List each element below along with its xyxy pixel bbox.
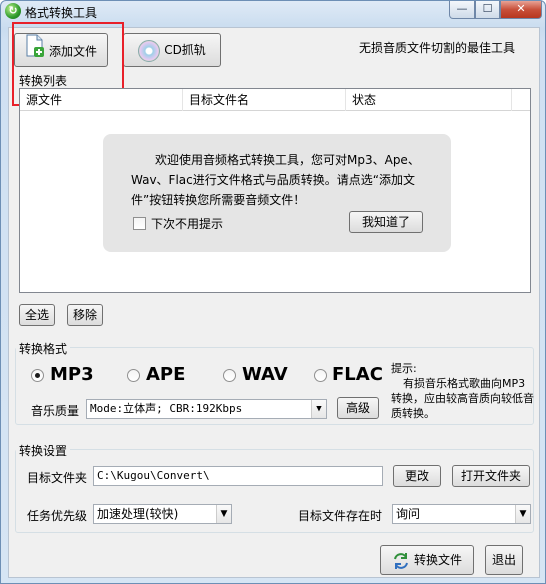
settings-section-title: 转换设置: [16, 442, 71, 459]
maximize-button[interactable]: ☐: [475, 1, 500, 19]
add-file-button[interactable]: 添加文件: [14, 33, 108, 67]
exists-select[interactable]: 询问 ▼: [392, 504, 531, 524]
app-logo-icon: ↻: [5, 3, 21, 19]
exists-value: 询问: [396, 507, 421, 521]
format-section-title: 转换格式: [16, 340, 71, 357]
format-radio-mp3[interactable]: [31, 369, 44, 382]
column-status[interactable]: 状态: [346, 89, 512, 111]
quality-value: Mode:立体声; CBR:192Kbps: [90, 402, 243, 415]
chevron-down-icon: ▼: [216, 505, 231, 523]
convert-label: 转换文件: [413, 553, 462, 567]
add-file-label: 添加文件: [48, 44, 97, 59]
remove-button[interactable]: 移除: [67, 304, 103, 326]
format-label-ape: APE: [146, 364, 186, 385]
convert-icon: [392, 552, 410, 570]
cd-rip-button[interactable]: CD抓轨: [123, 33, 221, 67]
target-folder-label: 目标文件夹: [27, 471, 88, 485]
column-target-name[interactable]: 目标文件名: [183, 89, 346, 111]
quality-label: 音乐质量: [31, 404, 80, 418]
format-label-wav: WAV: [242, 364, 288, 385]
select-all-button[interactable]: 全选: [19, 304, 55, 326]
exists-label: 目标文件存在时: [298, 509, 383, 523]
welcome-tip-panel: 欢迎使用音频格式转换工具，您可对Mp3、Ape、Wav、Flac进行文件格式与品…: [103, 134, 451, 252]
open-folder-button[interactable]: 打开文件夹: [452, 465, 530, 487]
client-area: 添加文件 CD抓轨 无损音质文件切割的最佳工具 转换列表 源文件 目标文件名 状…: [8, 22, 540, 578]
priority-select[interactable]: 加速处理(较快) ▼: [93, 504, 232, 524]
format-radio-ape[interactable]: [127, 369, 140, 382]
app-window: ↻ 格式转换工具 — ☐ ✕ 添加文件 CD抓轨 无损音质文件切割的最佳工具 转…: [0, 0, 546, 584]
list-section-title: 转换列表: [19, 74, 68, 88]
priority-label: 任务优先级: [27, 509, 88, 523]
chevron-down-icon: ▼: [311, 400, 326, 418]
quality-select[interactable]: Mode:立体声; CBR:192Kbps ▼: [86, 399, 327, 419]
dont-show-checkbox[interactable]: [133, 217, 146, 230]
cd-disc-icon: [138, 39, 161, 62]
title-bar[interactable]: ↻ 格式转换工具 — ☐ ✕: [1, 1, 545, 21]
window-title: 格式转换工具: [25, 6, 98, 20]
convert-button[interactable]: 转换文件: [380, 545, 474, 575]
change-folder-button[interactable]: 更改: [393, 465, 441, 487]
list-header: 源文件 目标文件名 状态: [20, 89, 530, 111]
priority-value: 加速处理(较快): [97, 507, 179, 521]
close-button[interactable]: ✕: [500, 1, 542, 19]
hint-title: 提示:: [391, 362, 417, 375]
add-file-icon: [25, 34, 45, 70]
file-list[interactable]: 源文件 目标文件名 状态 欢迎使用音频格式转换工具，您可对Mp3、Ape、Wav…: [19, 88, 531, 293]
target-folder-input[interactable]: C:\Kugou\Convert\: [93, 466, 383, 486]
chevron-down-icon: ▼: [515, 505, 530, 523]
format-label-flac: FLAC: [332, 364, 383, 385]
format-label-mp3: MP3: [50, 364, 94, 385]
dont-show-label: 下次不用提示: [151, 217, 224, 231]
minimize-button[interactable]: —: [449, 1, 475, 19]
cd-rip-label: CD抓轨: [164, 43, 206, 57]
got-it-button[interactable]: 我知道了: [349, 211, 423, 233]
slogan-text: 无损音质文件切割的最佳工具: [359, 41, 516, 55]
welcome-tip-message: 欢迎使用音频格式转换工具，您可对Mp3、Ape、Wav、Flac进行文件格式与品…: [131, 153, 420, 207]
format-radio-wav[interactable]: [223, 369, 236, 382]
column-source-file[interactable]: 源文件: [20, 89, 183, 111]
advanced-button[interactable]: 高级: [337, 397, 379, 419]
exit-button[interactable]: 退出: [485, 545, 523, 575]
format-hint: 提示: 有损音乐格式歌曲向MP3转换，应由较高音质向较低音质转换。: [391, 361, 535, 421]
hint-text: 有损音乐格式歌曲向MP3转换，应由较高音质向较低音质转换。: [391, 377, 534, 420]
format-radio-flac[interactable]: [314, 369, 327, 382]
